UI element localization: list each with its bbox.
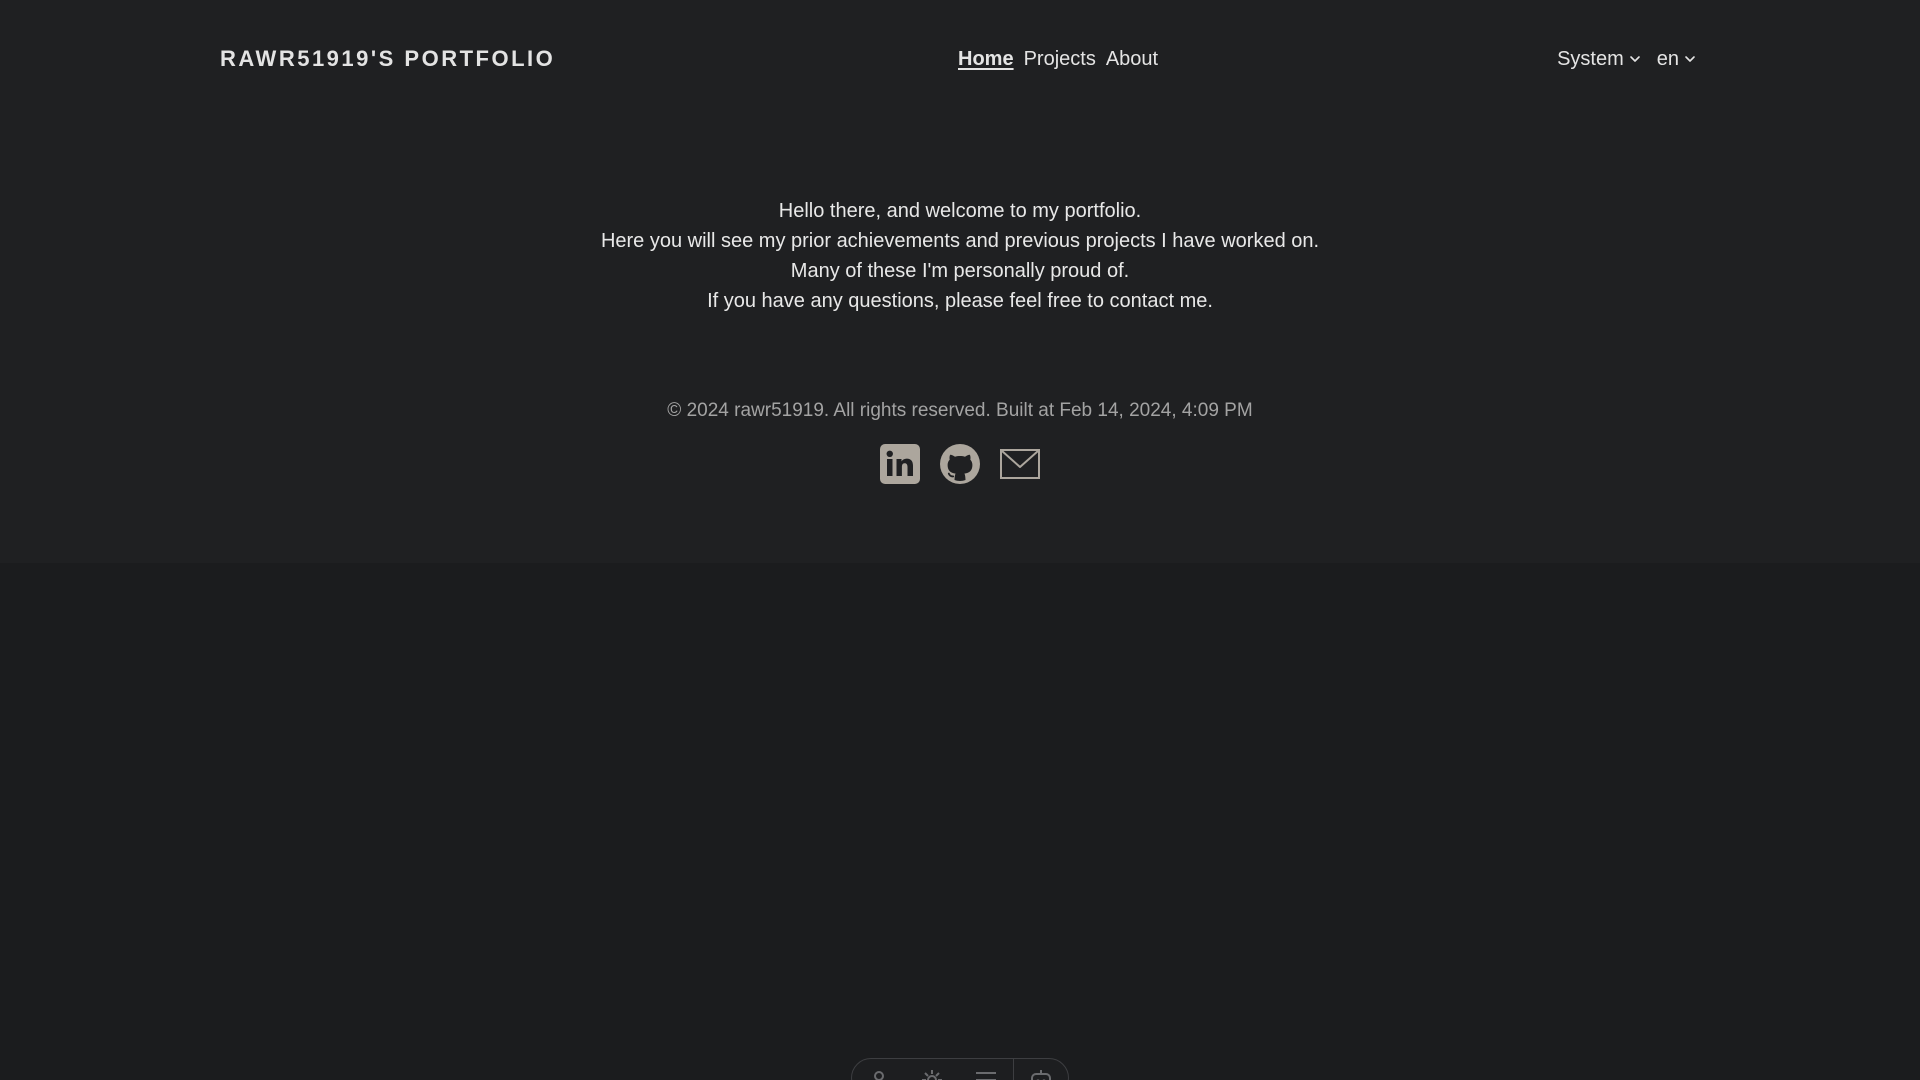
settings-icon <box>921 1069 943 1080</box>
mail-icon <box>1000 444 1040 484</box>
theme-select[interactable]: System <box>1557 42 1641 76</box>
social-links <box>0 444 1920 484</box>
chevron-down-icon <box>1629 53 1641 65</box>
main-nav: Home Projects About <box>958 42 1158 76</box>
github-icon <box>940 444 980 484</box>
robot-icon <box>1029 1069 1053 1080</box>
linkedin-icon <box>880 444 920 484</box>
bottom-toolbar <box>851 1058 1069 1080</box>
welcome-message: Hello there, and welcome to my portfolio… <box>0 196 1920 316</box>
language-select-value: en <box>1656 48 1679 70</box>
welcome-line: Hello there, and welcome to my portfolio… <box>778 200 1142 222</box>
header-settings: System en <box>1557 42 1696 76</box>
nav-home-link[interactable]: Home <box>958 42 1014 76</box>
welcome-line: Many of these I'm personally proud of. <box>790 260 1130 282</box>
nav-about-link[interactable]: About <box>1106 42 1158 76</box>
welcome-line: Here you will see my prior achievements … <box>600 230 1320 252</box>
linkedin-link[interactable] <box>880 444 920 484</box>
dock-robot-button[interactable] <box>1014 1069 1068 1080</box>
welcome-line: If you have any questions, please feel f… <box>707 290 1213 312</box>
site-title: RAWR51919'S PORTFOLIO <box>220 46 556 71</box>
dock-person-button[interactable] <box>852 1069 906 1080</box>
dock-settings-button[interactable] <box>906 1069 960 1080</box>
github-link[interactable] <box>940 444 980 484</box>
person-icon <box>868 1069 890 1080</box>
menu-icon <box>974 1069 998 1080</box>
language-select[interactable]: en <box>1657 42 1696 76</box>
theme-select-value: System <box>1557 48 1624 70</box>
copyright-text: © 2024 rawr51919. All rights reserved. B… <box>667 400 1253 421</box>
nav-projects-link[interactable]: Projects <box>1024 42 1096 76</box>
chevron-down-icon <box>1684 53 1696 65</box>
dock-menu-button[interactable] <box>959 1069 1013 1080</box>
email-link[interactable] <box>1000 444 1040 484</box>
